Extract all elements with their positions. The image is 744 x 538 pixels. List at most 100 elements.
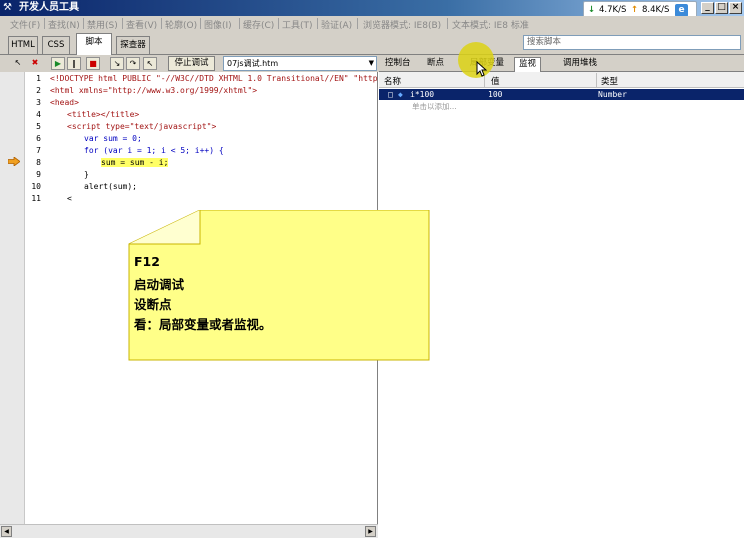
- search-script-input[interactable]: 搜索脚本: [523, 35, 741, 50]
- variable-icon: ◆: [398, 90, 403, 99]
- menu-separator: [317, 18, 318, 29]
- scroll-right-icon[interactable]: ▶: [365, 526, 376, 537]
- note-line: 设断点: [134, 297, 172, 312]
- menu-separator: [83, 18, 84, 29]
- pause-button[interactable]: ‖: [67, 57, 81, 70]
- tab-watch[interactable]: 监视: [514, 57, 542, 72]
- code-line: alert(sum);: [84, 182, 137, 191]
- code-line: <script type="text/javascript">: [67, 122, 217, 131]
- line-number: 11: [31, 194, 41, 203]
- step-into-button[interactable]: ↘: [110, 57, 124, 70]
- menu-cache[interactable]: 缓存(C): [243, 18, 274, 31]
- column-type: 类型: [601, 77, 619, 87]
- window-title: 开发人员工具: [19, 2, 79, 13]
- line-number: 4: [36, 110, 41, 119]
- download-speed: 4.7K/S: [599, 5, 627, 15]
- line-number: 3: [36, 98, 41, 107]
- expand-icon[interactable]: □: [388, 89, 393, 100]
- select-arrow-icon[interactable]: ↖: [11, 57, 25, 70]
- line-number: 2: [36, 86, 41, 95]
- tab-profiler[interactable]: 探查器: [116, 36, 150, 54]
- line-number: 1: [36, 74, 41, 83]
- break-on-error-button[interactable]: ■: [86, 57, 100, 70]
- menu-browser-mode[interactable]: 浏览器模式: IE8(B): [363, 18, 441, 31]
- tab-css[interactable]: CSS: [42, 36, 70, 54]
- code-line: <title></title>: [67, 110, 140, 119]
- menu-view[interactable]: 查看(V): [126, 18, 157, 31]
- column-separator: [596, 73, 597, 87]
- menu-images[interactable]: 图像(I): [204, 18, 232, 31]
- menu-document-mode[interactable]: 文本模式: IE8 标准: [452, 18, 529, 31]
- code-line: <head>: [50, 98, 79, 107]
- tab-breakpoints[interactable]: 断点: [427, 57, 444, 72]
- watch-type: Number: [598, 90, 627, 99]
- line-number: 8: [36, 158, 41, 167]
- script-file-name: 07js调试.htm: [227, 59, 279, 68]
- upload-speed: 8.4K/S: [642, 5, 670, 15]
- column-name: 名称: [384, 77, 402, 87]
- continue-button[interactable]: ▶: [51, 57, 65, 70]
- scroll-left-icon[interactable]: ◀: [1, 526, 12, 537]
- menu-find[interactable]: 查找(N): [48, 18, 80, 31]
- menu-separator: [161, 18, 162, 29]
- menu-validate[interactable]: 验证(A): [321, 18, 352, 31]
- menu-bar: 文件(F) 查找(N) 禁用(S) 查看(V) 轮廓(O) 图像(I) 缓存(C…: [0, 16, 744, 31]
- code-line: }: [84, 170, 89, 179]
- menu-separator: [447, 18, 448, 29]
- mouse-pointer-icon: [476, 61, 487, 77]
- debug-tab-bar: 控制台 断点 局部变量 监视 调用堆栈: [379, 55, 744, 72]
- note-line: F12: [134, 254, 160, 269]
- step-over-button[interactable]: ↷: [126, 57, 140, 70]
- menu-disable[interactable]: 禁用(S): [87, 18, 118, 31]
- horizontal-scrollbar[interactable]: ◀ ▶: [0, 524, 378, 538]
- menu-separator: [239, 18, 240, 29]
- script-file-select[interactable]: 07js调试.htm ▼: [223, 56, 377, 71]
- watch-row[interactable]: □ ◆ i*100 100 Number: [379, 89, 744, 100]
- menu-separator: [200, 18, 201, 29]
- tab-html[interactable]: HTML: [8, 36, 38, 54]
- watch-value: 100: [488, 90, 503, 99]
- maximize-button[interactable]: □: [715, 2, 728, 14]
- breakpoint-gutter[interactable]: [0, 72, 25, 524]
- line-number: 10: [31, 182, 41, 191]
- current-line-arrow-icon: [8, 157, 20, 166]
- step-out-button[interactable]: ↖: [143, 57, 157, 70]
- close-button[interactable]: ×: [729, 2, 742, 14]
- script-toolbar: ↖ ✖ ▶ ‖ ■ ↘ ↷ ↖ 停止调试 07js调试.htm ▼: [0, 55, 379, 72]
- note-line: 启动调试: [134, 277, 185, 292]
- note-line: 看：局部变量或者监视。: [134, 317, 272, 332]
- clear-breakpoints-icon[interactable]: ✖: [28, 57, 42, 70]
- menu-separator: [122, 18, 123, 29]
- upload-arrow-icon: ↑: [631, 5, 639, 15]
- line-number: 5: [36, 122, 41, 131]
- watch-name: i*100: [410, 90, 435, 99]
- chevron-down-icon: ▼: [368, 59, 374, 67]
- download-arrow-icon: ↓: [588, 5, 596, 15]
- menu-separator: [357, 18, 358, 29]
- minimize-button[interactable]: _: [701, 2, 714, 14]
- line-number: 6: [36, 134, 41, 143]
- code-line: <!DOCTYPE html PUBLIC "-//W3C//DTD XHTML…: [50, 74, 412, 83]
- tab-script[interactable]: 脚本: [76, 33, 112, 55]
- menu-separator: [44, 18, 45, 29]
- code-line: var sum = 0;: [84, 134, 142, 143]
- tab-call-stack[interactable]: 调用堆栈: [563, 57, 597, 72]
- app-icon: ⚒: [3, 2, 12, 13]
- sticky-note: F12 启动调试 设断点 看：局部变量或者监视。: [128, 210, 430, 361]
- line-number: 7: [36, 146, 41, 155]
- menu-outline[interactable]: 轮廓(O): [165, 18, 197, 31]
- menu-file[interactable]: 文件(F): [10, 18, 40, 31]
- main-tab-bar: HTML CSS 脚本 探查器 搜索脚本: [0, 31, 744, 55]
- column-value: 值: [491, 77, 500, 87]
- menu-tools[interactable]: 工具(T): [282, 18, 313, 31]
- add-watch-hint[interactable]: 单击以添加...: [412, 101, 457, 112]
- code-line: for (var i = 1; i < 5; i++) {: [84, 146, 224, 155]
- tab-console[interactable]: 控制台: [385, 57, 411, 72]
- menu-separator: [278, 18, 279, 29]
- line-number: 9: [36, 170, 41, 179]
- line-numbers: 1 2 3 4 5 6 7 8 9 10 11: [25, 72, 45, 524]
- watch-table-header: 名称 值 类型: [379, 72, 744, 88]
- code-line: <html xmlns="http://www.w3.org/1999/xhtm…: [50, 86, 258, 95]
- stop-debugging-button[interactable]: 停止调试: [168, 56, 215, 71]
- watch-pane: 名称 值 类型 □ ◆ i*100 100 Number 单击以添加...: [379, 72, 744, 538]
